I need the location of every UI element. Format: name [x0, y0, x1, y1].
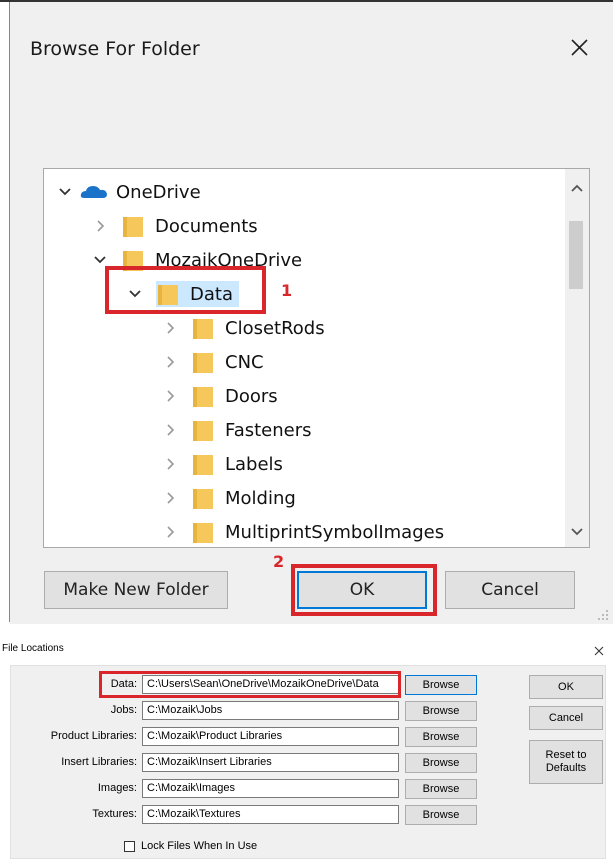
- chevron-right-icon[interactable]: [161, 387, 179, 405]
- data-browse-button[interactable]: Browse: [405, 675, 477, 695]
- annotation-box-data-row: [99, 671, 401, 698]
- insert-libraries-path-field[interactable]: C:\Mozaik\Insert Libraries: [142, 753, 399, 772]
- ok-button[interactable]: OK: [529, 675, 603, 699]
- dialog-title: File Locations: [2, 643, 64, 654]
- chevron-right-icon[interactable]: [161, 523, 179, 541]
- browse-for-folder-dialog: Browse For Folder OneDrive Documents Moz…: [10, 2, 613, 624]
- product-libraries-path-field[interactable]: C:\Mozaik\Product Libraries: [142, 727, 399, 746]
- product-libraries-browse-button[interactable]: Browse: [405, 727, 477, 747]
- cloud-icon: [80, 186, 107, 198]
- tree-item-cnc[interactable]: CNC: [161, 346, 264, 378]
- folder-icon: [193, 421, 213, 441]
- lock-files-checkbox[interactable]: [124, 840, 135, 852]
- images-label: Images:: [97, 782, 137, 794]
- chevron-right-icon[interactable]: [161, 353, 179, 371]
- tree-item-label: ClosetRods: [225, 317, 325, 339]
- folder-icon: [193, 387, 213, 407]
- tree-item-label: MultiprintSymbolImages: [225, 521, 445, 543]
- tree-item-label: Fasteners: [225, 419, 312, 441]
- folder-icon: [193, 523, 213, 543]
- images-browse-button[interactable]: Browse: [405, 779, 477, 799]
- tree-item-onedrive[interactable]: OneDrive: [56, 176, 201, 208]
- close-icon: [571, 39, 588, 56]
- cancel-button[interactable]: Cancel: [529, 706, 603, 730]
- scroll-down-arrow-icon[interactable]: [565, 519, 589, 543]
- folder-icon: [193, 489, 213, 509]
- tree-item-label: Molding: [225, 487, 296, 509]
- tree-item-doors[interactable]: Doors: [161, 380, 278, 412]
- resize-grip-icon[interactable]: [594, 606, 610, 622]
- textures-label: Textures:: [92, 808, 137, 820]
- tree-item-documents[interactable]: Documents: [91, 210, 258, 242]
- tree-item-label: Labels: [225, 453, 283, 475]
- close-button[interactable]: [564, 32, 594, 62]
- jobs-browse-button[interactable]: Browse: [405, 701, 477, 721]
- chevron-right-icon[interactable]: [161, 489, 179, 507]
- folder-icon: [193, 353, 213, 373]
- tree-item-fasteners[interactable]: Fasteners: [161, 414, 312, 446]
- tree-item-label: CNC: [225, 351, 264, 373]
- lock-files-label: Lock Files When In Use: [141, 840, 258, 852]
- chevron-right-icon[interactable]: [161, 319, 179, 337]
- close-icon: [594, 646, 604, 656]
- file-locations-dialog: File Locations Data: C:\Users\Sean\OneDr…: [0, 638, 613, 866]
- product-libraries-label: Product Libraries:: [50, 730, 137, 742]
- folder-icon: [123, 217, 143, 237]
- jobs-label: Jobs:: [110, 704, 137, 716]
- insert-libraries-browse-button[interactable]: Browse: [405, 753, 477, 773]
- chevron-right-icon[interactable]: [161, 421, 179, 439]
- tree-item-multiprintsymbolimages[interactable]: MultiprintSymbolImages: [161, 516, 445, 547]
- textures-path-field[interactable]: C:\Mozaik\Textures: [142, 805, 399, 824]
- tree-item-label: OneDrive: [116, 181, 201, 203]
- lock-files-checkbox-row[interactable]: Lock Files When In Use: [124, 840, 257, 852]
- folder-icon: [193, 455, 213, 475]
- reset-to-defaults-button[interactable]: Reset to Defaults: [529, 740, 603, 784]
- textures-browse-button[interactable]: Browse: [405, 805, 477, 825]
- file-locations-panel: Data: C:\Users\Sean\OneDrive\MozaikOneDr…: [10, 665, 606, 859]
- folder-icon: [193, 319, 213, 339]
- cancel-button[interactable]: Cancel: [445, 571, 575, 609]
- images-path-field[interactable]: C:\Mozaik\Images: [142, 779, 399, 798]
- chevron-right-icon[interactable]: [91, 217, 109, 235]
- tree-item-molding[interactable]: Molding: [161, 482, 296, 514]
- insert-libraries-label: Insert Libraries:: [61, 756, 137, 768]
- make-new-folder-button[interactable]: Make New Folder: [44, 571, 228, 609]
- close-button[interactable]: [592, 644, 606, 658]
- tree-item-label: Documents: [155, 215, 258, 237]
- scroll-up-arrow-icon[interactable]: [565, 177, 589, 201]
- vertical-scrollbar[interactable]: [565, 169, 589, 547]
- chevron-right-icon[interactable]: [161, 455, 179, 473]
- tree-item-labels[interactable]: Labels: [161, 448, 283, 480]
- tree-item-label: Doors: [225, 385, 278, 407]
- dialog-title: Browse For Folder: [30, 38, 200, 60]
- annotation-box-data: [105, 266, 266, 314]
- jobs-path-field[interactable]: C:\Mozaik\Jobs: [142, 701, 399, 720]
- annotation-box-ok: [291, 564, 437, 616]
- tree-item-closetrods[interactable]: ClosetRods: [161, 312, 325, 344]
- chevron-down-icon[interactable]: [56, 183, 74, 201]
- annotation-number-2: 2: [273, 552, 285, 571]
- folder-tree[interactable]: OneDrive Documents MozaikOneDrive Data C…: [43, 168, 590, 548]
- scrollbar-thumb[interactable]: [569, 221, 583, 289]
- annotation-number-1: 1: [281, 281, 293, 300]
